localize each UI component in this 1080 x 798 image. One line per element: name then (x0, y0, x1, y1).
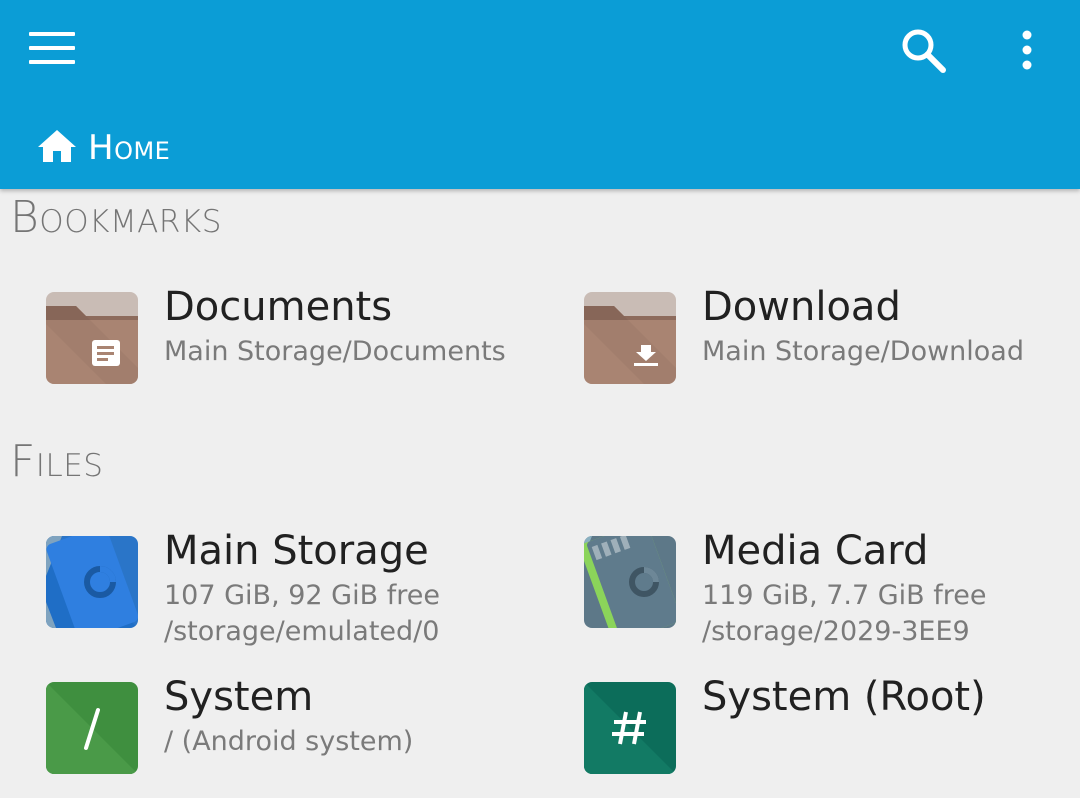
sd-card-icon (584, 536, 676, 628)
file-item-system[interactable]: System / (Android system) (46, 674, 546, 792)
storage-name: Main Storage (164, 528, 429, 574)
file-item-media-card[interactable]: Media Card 119 GiB, 7.7 GiB free /storag… (584, 528, 1080, 647)
file-item-main-storage[interactable]: Main Storage 107 GiB, 92 GiB free /stora… (46, 528, 546, 647)
bookmark-name: Download (702, 284, 901, 330)
storage-name: Media Card (702, 528, 929, 574)
storage-size: 119 GiB, 7.7 GiB free (702, 580, 987, 611)
root-slash-icon (46, 682, 138, 774)
bookmark-path: Main Storage/Documents (164, 336, 506, 367)
download-folder-icon (584, 292, 676, 384)
breadcrumb-label: Home (88, 128, 171, 168)
bookmark-item-documents[interactable]: Documents Main Storage/Documents (46, 284, 546, 402)
hamburger-menu-icon[interactable] (20, 20, 84, 76)
storage-path: /storage/emulated/0 (164, 616, 440, 647)
storage-name: System (Root) (702, 674, 986, 720)
file-item-system-root[interactable]: System (Root) (584, 674, 1080, 792)
search-icon[interactable] (890, 20, 956, 80)
bookmark-name: Documents (164, 284, 393, 330)
section-title-bookmarks: Bookmarks (10, 192, 222, 243)
breadcrumb-home[interactable]: Home (36, 120, 170, 176)
home-icon (36, 128, 78, 168)
more-vertical-icon[interactable] (1004, 20, 1050, 80)
storage-path: / (Android system) (164, 726, 414, 757)
documents-folder-icon (46, 292, 138, 384)
app-bar: Home (0, 0, 1080, 189)
bookmark-path: Main Storage/Download (702, 336, 1024, 367)
hash-root-icon (584, 682, 676, 774)
storage-name: System (164, 674, 314, 720)
section-title-files: Files (10, 436, 104, 487)
storage-path: /storage/2029-3EE9 (702, 616, 970, 647)
storage-size: 107 GiB, 92 GiB free (164, 580, 440, 611)
phone-storage-icon (46, 536, 138, 628)
bookmark-item-download[interactable]: Download Main Storage/Download (584, 284, 1080, 402)
